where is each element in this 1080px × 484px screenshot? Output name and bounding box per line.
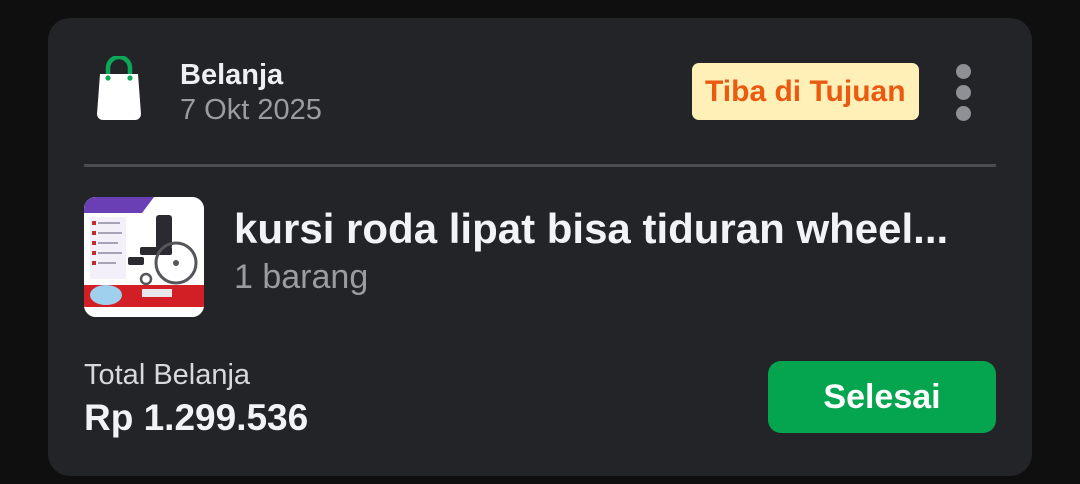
product-name: kursi roda lipat bisa tiduran wheel... bbox=[234, 205, 949, 252]
product-thumbnail[interactable] bbox=[84, 197, 204, 317]
shopping-bag-icon bbox=[97, 56, 141, 120]
menu-dot bbox=[956, 64, 971, 79]
status-badge: Tiba di Tujuan bbox=[692, 63, 919, 120]
divider bbox=[84, 164, 996, 167]
total-label: Total Belanja bbox=[84, 359, 251, 391]
order-header: Belanja 7 Okt 2025 bbox=[180, 58, 322, 128]
done-button[interactable]: Selesai bbox=[768, 361, 996, 433]
more-vertical-icon[interactable] bbox=[942, 62, 984, 124]
menu-dot bbox=[956, 85, 971, 100]
total-value: Rp 1.299.536 bbox=[84, 397, 309, 438]
menu-dot bbox=[956, 106, 971, 121]
order-date: 7 Okt 2025 bbox=[180, 94, 322, 126]
item-count: 1 barang bbox=[234, 258, 369, 296]
order-card[interactable]: Belanja 7 Okt 2025 Tiba di Tujuan kursi … bbox=[48, 18, 1032, 476]
wheelchair-product-image bbox=[84, 197, 204, 317]
product-info[interactable]: kursi roda lipat bisa tiduran wheel... 1… bbox=[234, 204, 994, 300]
order-category: Belanja bbox=[180, 59, 284, 91]
